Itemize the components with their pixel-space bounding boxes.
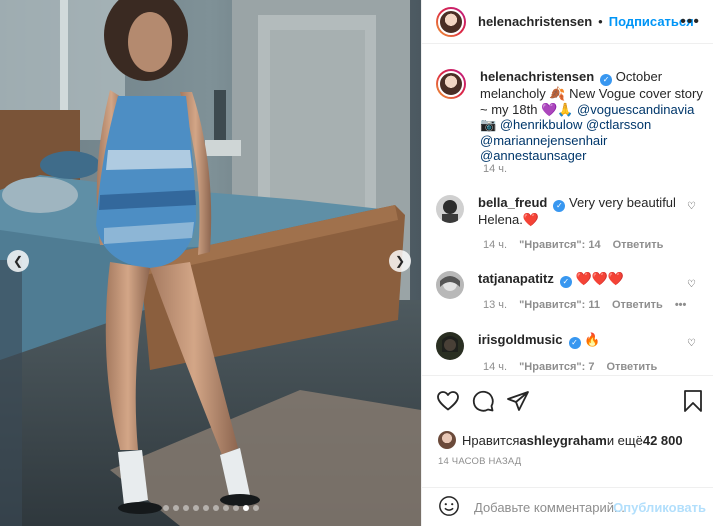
publish-button[interactable]: Опубликовать	[613, 500, 706, 515]
comment-meta: 14 ч. "Нравится": 14 Ответить	[483, 239, 663, 251]
comment-avatar[interactable]	[436, 271, 464, 299]
carousel-dot	[202, 505, 209, 511]
carousel-dot	[242, 505, 249, 511]
likes-count[interactable]: 42 800	[643, 433, 683, 448]
verified-badge-icon: ✓	[568, 337, 581, 349]
carousel-dot	[232, 505, 239, 511]
comment-time[interactable]: 13 ч.	[483, 299, 507, 311]
comment-username[interactable]: bella_freud	[478, 195, 547, 210]
reply-button[interactable]: Ответить	[613, 239, 664, 251]
previous-photo-button[interactable]: ❮	[7, 250, 29, 272]
header-separator: •	[598, 14, 603, 29]
carousel-dot	[212, 505, 219, 511]
mention-mariannejensenhair[interactable]: @mariannejensenhair	[480, 133, 607, 148]
like-comment-heart-icon[interactable]: ♡	[687, 201, 696, 212]
carousel-indicator	[0, 505, 421, 511]
chevron-right-icon: ❯	[394, 254, 406, 268]
post-timestamp[interactable]: 14 ЧАСОВ НАЗАД	[438, 456, 521, 467]
comment: tatjanapatitz ✓ ❤️❤️❤️ ♡	[436, 271, 706, 299]
emoji-icon[interactable]	[438, 495, 460, 520]
comments-list: helenachristensen ✓ October melancholy 🍂 …	[422, 57, 713, 375]
carousel-dot	[222, 505, 229, 511]
likes-prefix: Нравится	[462, 432, 520, 448]
comment-avatar[interactable]	[436, 332, 464, 360]
likes-middle: и ещё	[606, 432, 643, 448]
comment-likes[interactable]: "Нравится": 14	[519, 239, 600, 251]
post-header: helenachristensen • Подписаться •••	[422, 0, 713, 44]
like-comment-heart-icon[interactable]: ♡	[687, 338, 696, 349]
chevron-left-icon: ❮	[12, 254, 24, 268]
mention-annestaunsager[interactable]: @annestaunsager	[480, 148, 586, 163]
comment: bella_freud ✓ Very very beautiful Helena.…	[436, 195, 706, 228]
next-photo-button[interactable]: ❯	[389, 250, 411, 272]
likes-summary: Нравится ashleygraham и ещё 42 800	[438, 431, 683, 449]
comment-text: irisgoldmusic ✓ 🔥	[478, 332, 703, 360]
paper-plane-icon[interactable]	[506, 389, 530, 416]
carousel-dot	[172, 505, 179, 511]
author-avatar[interactable]	[436, 6, 466, 37]
reply-button[interactable]: Ответить	[606, 361, 657, 373]
carousel-dot	[162, 505, 169, 511]
comment-body: ❤️❤️❤️	[575, 271, 625, 286]
mention-henrikbulow[interactable]: @henrikbulow	[500, 117, 583, 132]
bookmark-icon[interactable]	[682, 389, 704, 416]
comment-likes[interactable]: "Нравится": 11	[519, 299, 600, 311]
reply-button[interactable]: Ответить	[612, 299, 663, 311]
liker-avatar[interactable]	[438, 431, 456, 449]
post-actions: Нравится ashleygraham и ещё 42 800 14 ЧА…	[422, 375, 713, 487]
caption-body-2: 📷	[480, 117, 500, 133]
author-username[interactable]: helenachristensen	[478, 14, 592, 29]
comment-likes[interactable]: "Нравится": 7	[519, 361, 594, 373]
photo-illustration	[0, 0, 421, 526]
carousel-dot	[182, 505, 189, 511]
liker-username[interactable]: ashleygraham	[519, 433, 606, 448]
carousel-dot	[192, 505, 199, 511]
more-horizontal-icon[interactable]: •••	[680, 13, 700, 31]
comment-text: bella_freud ✓ Very very beautiful Helena.…	[478, 195, 703, 228]
verified-badge-icon: ✓	[553, 200, 566, 212]
comment-username[interactable]: tatjanapatitz	[478, 271, 554, 286]
comment-body: 🔥	[584, 332, 601, 347]
comment-meta: 14 ч. "Нравится": 7 Ответить	[483, 361, 657, 373]
comment-avatar[interactable]	[436, 195, 464, 223]
comment-meta: 13 ч. "Нравится": 11 Ответить •••	[483, 299, 686, 311]
mention-ctlarsson[interactable]: @ctlarsson	[586, 117, 651, 132]
caption-time[interactable]: 14 ч.	[483, 163, 507, 175]
comment-icon[interactable]	[471, 389, 495, 416]
like-comment-heart-icon[interactable]: ♡	[687, 279, 696, 290]
instagram-post-modal: ❮ ❯ helenachristensen • Подписаться ••• …	[0, 0, 713, 526]
post-side-panel: helenachristensen • Подписаться ••• hele…	[421, 0, 713, 526]
comment-options-icon[interactable]: •••	[675, 299, 687, 311]
comment-username[interactable]: irisgoldmusic	[478, 332, 563, 347]
comment-text: tatjanapatitz ✓ ❤️❤️❤️	[478, 271, 703, 299]
caption-username[interactable]: helenachristensen	[480, 69, 594, 84]
carousel-dot	[252, 505, 259, 511]
caption: helenachristensen ✓ October melancholy 🍂 …	[436, 69, 706, 164]
comment-time[interactable]: 14 ч.	[483, 361, 507, 373]
caption-avatar[interactable]	[436, 69, 466, 99]
comment: irisgoldmusic ✓ 🔥 ♡	[436, 332, 706, 360]
caption-meta: 14 ч.	[483, 163, 507, 175]
comment-time[interactable]: 14 ч.	[483, 239, 507, 251]
mention-voguescandinavia[interactable]: @voguescandinavia	[577, 102, 694, 117]
caption-text: helenachristensen ✓ October melancholy 🍂 …	[480, 69, 705, 164]
comment-input[interactable]	[474, 499, 624, 515]
heart-icon[interactable]	[436, 389, 460, 416]
comment-composer: Опубликовать	[422, 487, 713, 526]
verified-badge-icon: ✓	[600, 74, 613, 86]
post-photo: ❮ ❯	[0, 0, 421, 526]
verified-badge-icon: ✓	[559, 276, 572, 288]
